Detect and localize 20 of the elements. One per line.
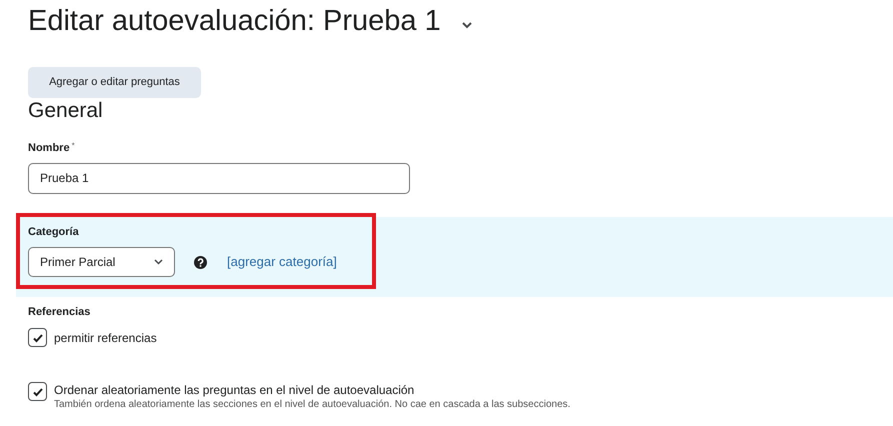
checkbox[interactable] — [28, 328, 47, 347]
field-label: Referencias — [28, 304, 92, 320]
page-title: Editar autoevaluación: Prueba 1 — [28, 4, 441, 39]
field-label: Categoría — [28, 224, 80, 240]
checkbox-label: Ordenar aleatoriamente las preguntas en el nivel de autoevaluación — [54, 382, 416, 398]
add-category-link[interactable]: [agregar categoría] — [227, 252, 337, 272]
help-icon[interactable] — [194, 256, 207, 268]
category-dropdown[interactable]: Primer Parcial — [28, 247, 175, 277]
checkbox-label: permitir referencias — [54, 330, 157, 346]
required-mark: * — [72, 140, 75, 152]
chevron-down-icon — [154, 259, 163, 265]
checkbox[interactable] — [28, 382, 47, 401]
section-heading: General — [28, 98, 104, 124]
checkbox-description: También ordena aleatoriamente las secciones en el nivel de autoevaluación. No cae en cascada a las subsecciones. — [54, 398, 570, 412]
name-field[interactable]: Prueba 1 — [28, 162, 410, 194]
field-label: Nombre — [28, 141, 70, 156]
add-questions-button[interactable]: Agregar o editar preguntas — [28, 67, 201, 98]
chevron-down-icon[interactable] — [460, 21, 473, 29]
checkmark-icon — [32, 386, 44, 398]
checkmark-icon — [32, 332, 44, 344]
